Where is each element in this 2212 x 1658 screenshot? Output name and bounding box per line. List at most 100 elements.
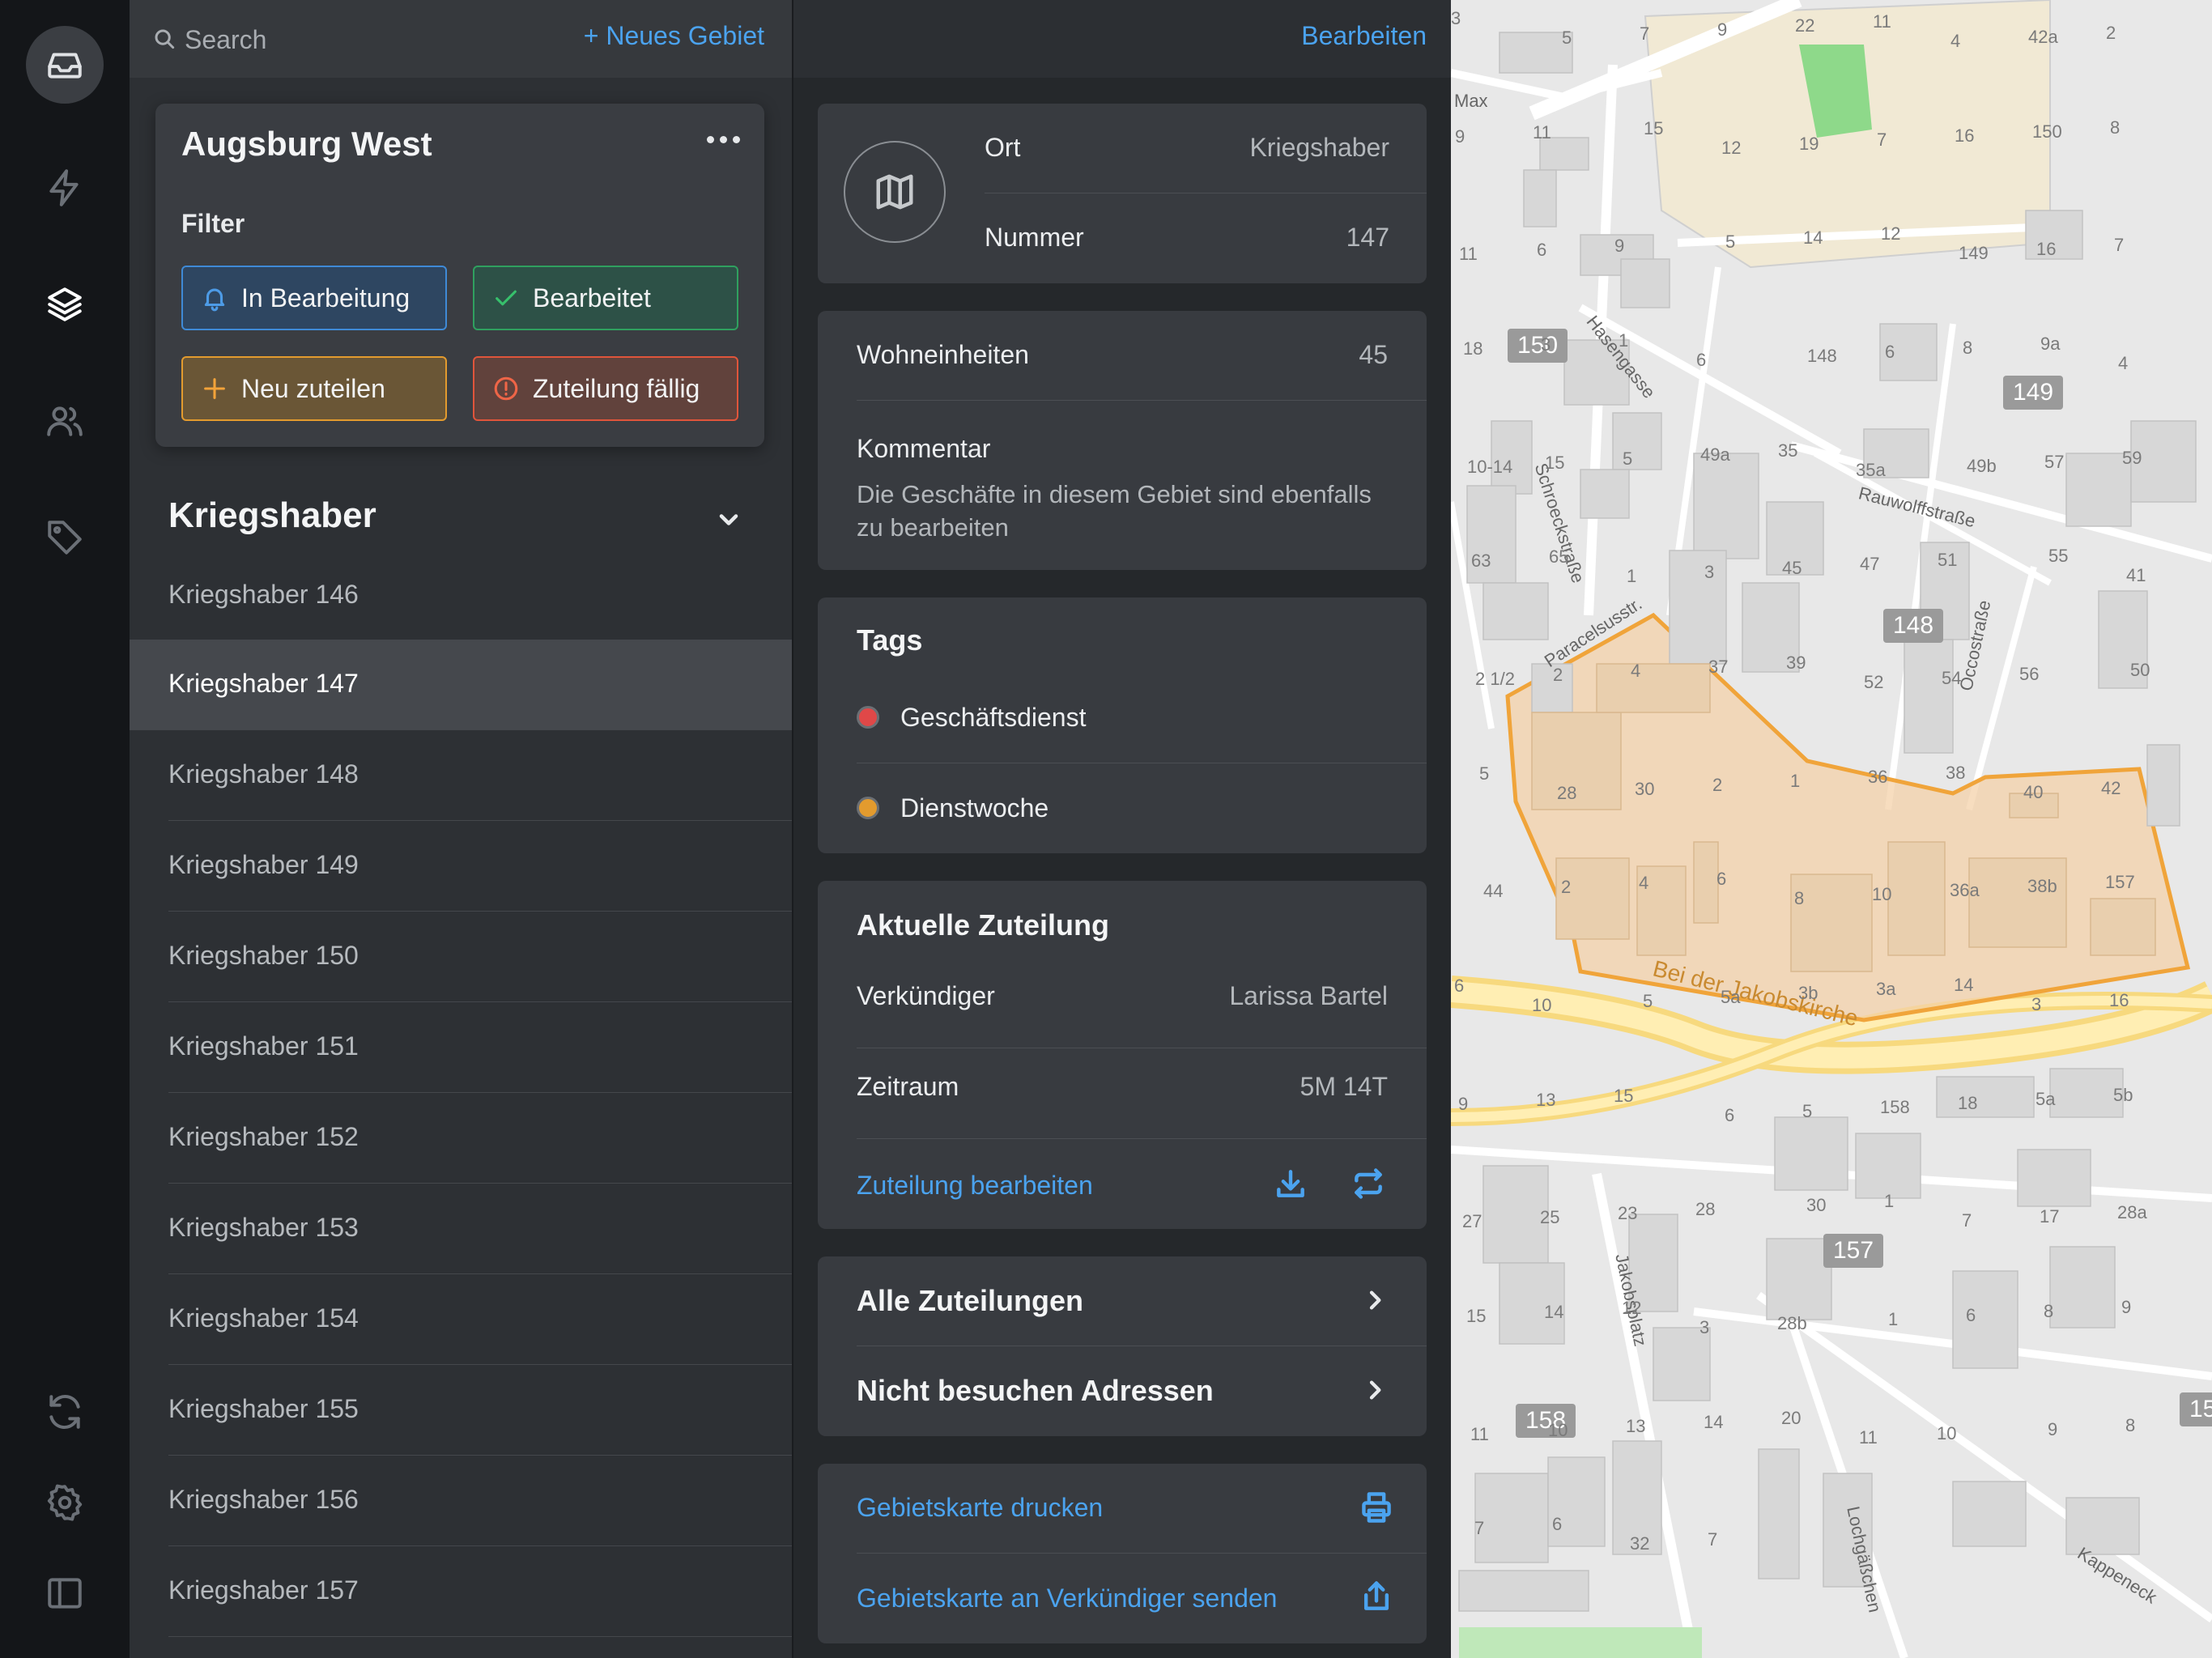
house-number: 158 [1880, 1096, 1910, 1117]
list-item[interactable]: Kriegshaber 150 [130, 912, 792, 1002]
house-number: 8 [2110, 117, 2121, 138]
house-number: 10 [1548, 1419, 1568, 1440]
house-number: 28 [1557, 782, 1577, 803]
house-number: 30 [1635, 778, 1655, 799]
house-number: 2 1/2 [1475, 669, 1515, 689]
house-number: 2 [1561, 877, 1572, 898]
edit-assignment-link[interactable]: Zuteilung bearbeiten [857, 1171, 1093, 1201]
chevron-down-icon[interactable] [714, 505, 743, 534]
area-badge[interactable]: 148 [1883, 609, 1944, 643]
publishers-button[interactable] [37, 393, 92, 449]
house-number: 49a [1700, 444, 1730, 465]
divider [857, 400, 1427, 401]
new-area-button[interactable]: + Neues Gebiet [584, 21, 764, 51]
house-number: 7 [2114, 235, 2125, 256]
house-number: 4 [1631, 661, 1641, 681]
list-item[interactable]: Kriegshaber 157 [130, 1546, 792, 1637]
list-item-selected[interactable]: Kriegshaber 147 [130, 640, 792, 730]
list-item[interactable]: Kriegshaber 149 [130, 821, 792, 912]
printer-icon[interactable] [1359, 1490, 1394, 1525]
house-number: 5 [1479, 763, 1490, 784]
edit-button[interactable]: Bearbeiten [1301, 21, 1427, 51]
all-assignments-row[interactable]: Alle Zuteilungen [818, 1256, 1427, 1346]
publisher-value: Larissa Bartel [1229, 981, 1388, 1010]
house-number: 10-14 [1467, 456, 1513, 477]
house-number: 5a [1721, 987, 1741, 1007]
alert-circle-icon [494, 376, 518, 401]
list-item[interactable]: Kriegshaber 154 [130, 1274, 792, 1365]
area-badge[interactable]: 150 [1508, 329, 1568, 363]
list-item[interactable]: Kriegshaber 152 [130, 1093, 792, 1184]
house-number: 6 [1552, 1514, 1563, 1535]
house-number: 7 [1708, 1529, 1718, 1550]
list-item-label: Kriegshaber 156 [168, 1485, 359, 1514]
list-item[interactable]: Kriegshaber 151 [130, 1002, 792, 1093]
house-number: 15 [1614, 1085, 1634, 1106]
inbox-button[interactable] [26, 26, 104, 104]
house-number: 55 [2048, 546, 2069, 567]
tags-button[interactable] [37, 510, 92, 565]
house-number: 5 [1623, 448, 1633, 469]
tag-item[interactable]: Geschäftsdienst [857, 701, 1086, 733]
tag-item[interactable]: Dienstwoche [857, 792, 1049, 824]
send-map-link[interactable]: Gebietskarte an Verkündiger senden [857, 1584, 1277, 1613]
sync-button[interactable] [37, 1384, 92, 1439]
area-badge[interactable]: 157 [1823, 1234, 1884, 1268]
download-icon[interactable] [1273, 1166, 1308, 1201]
list-item-label: Kriegshaber 149 [168, 850, 359, 879]
territory-map[interactable]: 150 149 148 157 158 15 Hasengasse Schroe… [1451, 0, 2212, 1658]
bell-icon [204, 288, 225, 312]
filter-chip-label: Bearbeitet [533, 283, 651, 312]
house-number: 52 [1864, 672, 1884, 692]
house-number: 9 [2048, 1418, 2058, 1439]
nummer-row: Nummer 147 [985, 193, 1389, 284]
house-number: 42a [2028, 27, 2058, 47]
area-badge[interactable]: 15 [2180, 1392, 2212, 1426]
bolt-icon [49, 169, 79, 206]
list-item[interactable]: Kriegshaber 153 [130, 1184, 792, 1274]
more-options-icon[interactable] [707, 136, 740, 143]
house-number: 27 [1462, 1211, 1482, 1232]
list-item-label: Kriegshaber 146 [168, 580, 359, 609]
comment-text: Die Geschäfte in diesem Gebiet sind eben… [857, 480, 1372, 542]
house-number: 56 [2019, 664, 2040, 684]
list-item[interactable]: Kriegshaber 156 [130, 1456, 792, 1546]
tag-label: Dienstwoche [900, 793, 1049, 823]
search-bar: + Neues Gebiet [130, 0, 792, 78]
filter-chip-due[interactable]: Zuteilung fällig [473, 356, 738, 421]
period-value: 5M 14T [1300, 1072, 1388, 1101]
do-not-visit-row[interactable]: Nicht besuchen Adressen [818, 1346, 1427, 1435]
filter-chip-label: Neu zuteilen [241, 373, 385, 403]
house-number: 25 [1540, 1207, 1560, 1228]
house-number: 15 [1466, 1306, 1487, 1326]
house-number: 22 [1795, 15, 1815, 36]
comment-label: Kommentar [857, 434, 991, 463]
list-item[interactable]: Kriegshaber 155 [130, 1365, 792, 1456]
print-map-link[interactable]: Gebietskarte drucken [857, 1493, 1103, 1523]
housing-units-label: Wohneinheiten [857, 340, 1029, 369]
filter-chip-done[interactable]: Bearbeitet [473, 266, 738, 330]
house-number: 6 [1966, 1305, 1976, 1325]
filter-chip-in-progress[interactable]: In Bearbeitung [181, 266, 447, 330]
house-number: 9 [2121, 1297, 2132, 1317]
ort-row: Ort Kriegshaber [985, 104, 1389, 194]
tag-label: Geschäftsdienst [900, 702, 1087, 732]
house-number: 2 [2106, 23, 2116, 43]
territories-button[interactable] [37, 277, 92, 332]
divider [857, 1553, 1427, 1554]
list-item-label: Kriegshaber 152 [168, 1122, 359, 1151]
settings-button[interactable] [37, 1475, 92, 1530]
house-number: 36a [1950, 880, 1980, 901]
house-number: 45 [1782, 558, 1802, 579]
sidebar-toggle-button[interactable] [37, 1566, 92, 1621]
search-input[interactable] [183, 19, 494, 60]
area-badge[interactable]: 149 [2003, 376, 2064, 410]
share-icon[interactable] [1359, 1579, 1394, 1614]
activity-button[interactable] [37, 160, 92, 215]
filter-chip-reassign[interactable]: Neu zuteilen [181, 356, 447, 421]
list-item[interactable]: Kriegshaber 148 [130, 730, 792, 821]
list-item[interactable]: Kriegshaber 146 [130, 551, 792, 640]
house-number: 5 [1562, 28, 1572, 48]
swap-icon[interactable] [1351, 1166, 1386, 1201]
house-number: 2 [1553, 665, 1563, 685]
